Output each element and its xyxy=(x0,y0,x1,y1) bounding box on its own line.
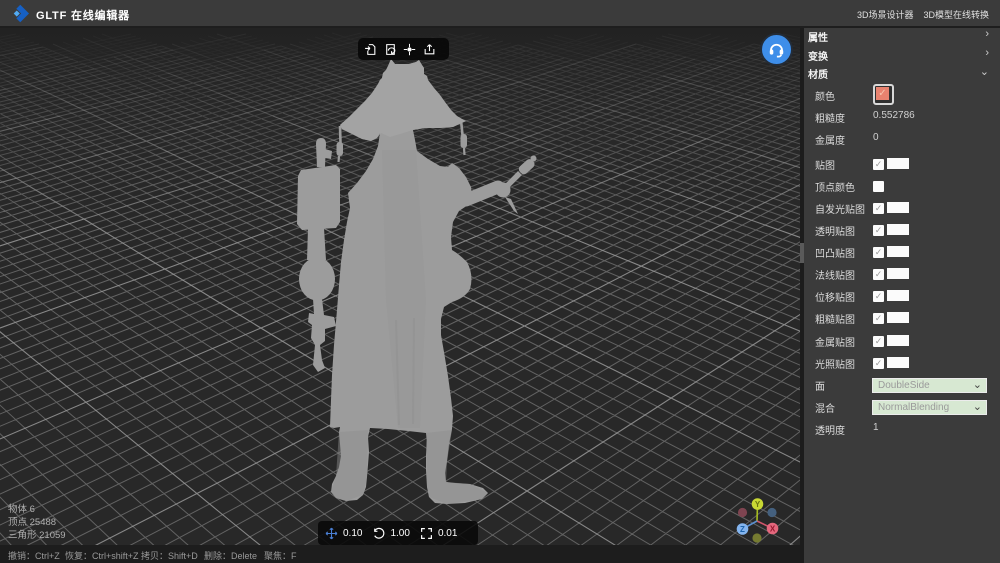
svg-text:Y: Y xyxy=(755,500,761,509)
svg-text:Z: Z xyxy=(740,525,745,534)
svg-text:X: X xyxy=(770,525,776,534)
